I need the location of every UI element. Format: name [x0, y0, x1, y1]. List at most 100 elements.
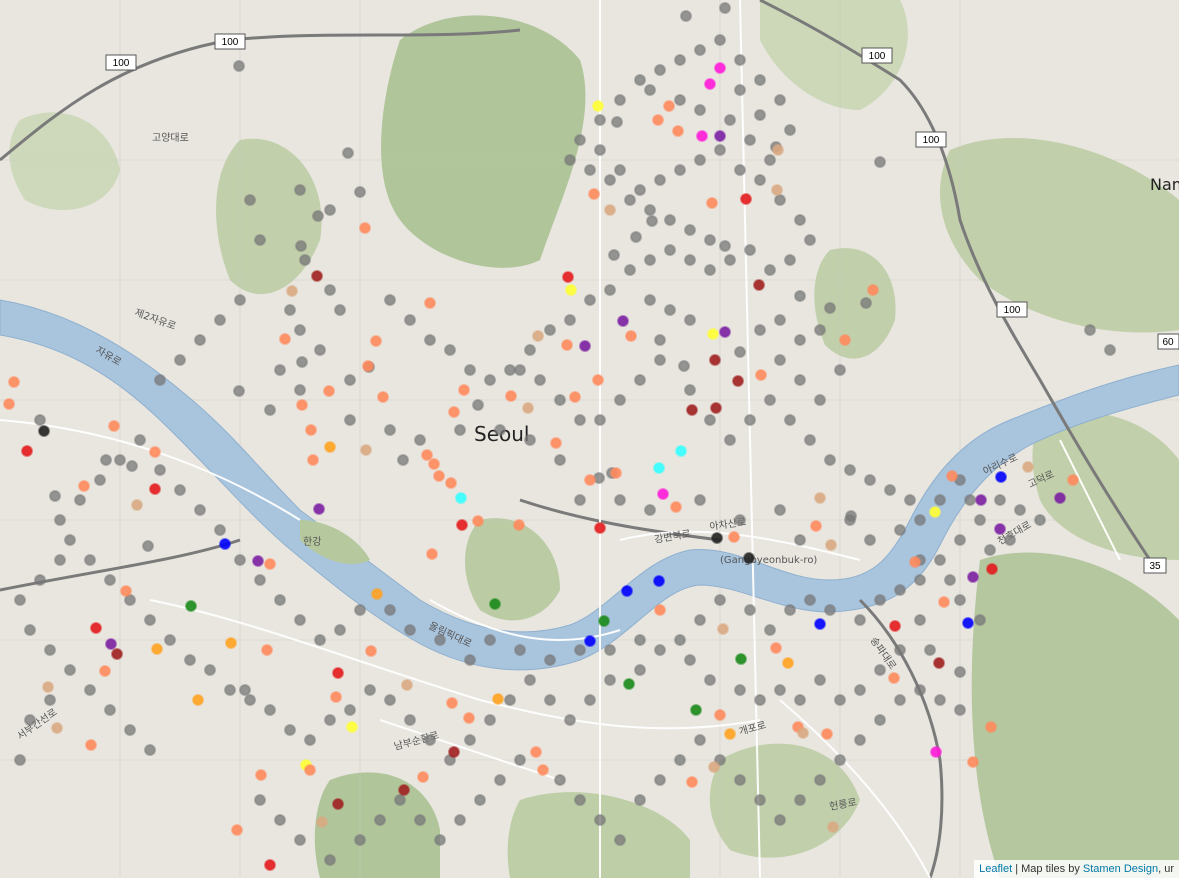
- gray-marker[interactable]: [264, 704, 276, 716]
- gray-marker[interactable]: [704, 414, 716, 426]
- gray-marker[interactable]: [854, 614, 866, 626]
- gray-marker[interactable]: [514, 644, 526, 656]
- gray-marker[interactable]: [64, 534, 76, 546]
- red-marker[interactable]: [90, 622, 102, 634]
- gray-marker[interactable]: [524, 344, 536, 356]
- gray-marker[interactable]: [504, 694, 516, 706]
- light-orange-marker[interactable]: [513, 519, 525, 531]
- light-orange-marker[interactable]: [706, 197, 718, 209]
- gray-marker[interactable]: [354, 186, 366, 198]
- gray-marker[interactable]: [244, 194, 256, 206]
- gray-marker[interactable]: [974, 614, 986, 626]
- gray-marker[interactable]: [804, 234, 816, 246]
- gray-marker[interactable]: [154, 464, 166, 476]
- gray-marker[interactable]: [774, 684, 786, 696]
- light-orange-marker[interactable]: [821, 728, 833, 740]
- gray-marker[interactable]: [574, 794, 586, 806]
- light-orange-marker[interactable]: [149, 446, 161, 458]
- tan-marker[interactable]: [401, 679, 413, 691]
- gray-marker[interactable]: [142, 540, 154, 552]
- gray-marker[interactable]: [804, 434, 816, 446]
- light-orange-marker[interactable]: [839, 334, 851, 346]
- light-orange-marker[interactable]: [428, 458, 440, 470]
- light-orange-marker[interactable]: [569, 391, 581, 403]
- gray-marker[interactable]: [719, 2, 731, 14]
- dark-red-marker[interactable]: [311, 270, 323, 282]
- tan-marker[interactable]: [522, 402, 534, 414]
- gray-marker[interactable]: [14, 594, 26, 606]
- gray-marker[interactable]: [454, 814, 466, 826]
- gray-marker[interactable]: [630, 231, 642, 243]
- gray-marker[interactable]: [234, 294, 246, 306]
- gray-marker[interactable]: [774, 354, 786, 366]
- tan-marker[interactable]: [797, 727, 809, 739]
- tan-marker[interactable]: [827, 821, 839, 833]
- red-marker[interactable]: [456, 519, 468, 531]
- gray-marker[interactable]: [584, 694, 596, 706]
- gray-marker[interactable]: [354, 834, 366, 846]
- tan-marker[interactable]: [814, 492, 826, 504]
- light-orange-marker[interactable]: [231, 824, 243, 836]
- gray-marker[interactable]: [274, 814, 286, 826]
- gray-marker[interactable]: [524, 674, 536, 686]
- gray-marker[interactable]: [34, 414, 46, 426]
- gray-marker[interactable]: [554, 774, 566, 786]
- gray-marker[interactable]: [764, 624, 776, 636]
- gray-marker[interactable]: [299, 254, 311, 266]
- red-marker[interactable]: [986, 563, 998, 575]
- gray-marker[interactable]: [614, 164, 626, 176]
- light-orange-marker[interactable]: [85, 739, 97, 751]
- light-orange-marker[interactable]: [255, 769, 267, 781]
- gray-marker[interactable]: [794, 694, 806, 706]
- gray-marker[interactable]: [634, 794, 646, 806]
- red-marker[interactable]: [21, 445, 33, 457]
- light-orange-marker[interactable]: [445, 477, 457, 489]
- gray-marker[interactable]: [680, 10, 692, 22]
- gray-marker[interactable]: [24, 624, 36, 636]
- gray-marker[interactable]: [194, 334, 206, 346]
- light-orange-marker[interactable]: [296, 399, 308, 411]
- gray-marker[interactable]: [654, 64, 666, 76]
- light-orange-marker[interactable]: [1067, 474, 1079, 486]
- orange-marker[interactable]: [782, 657, 794, 669]
- gray-marker[interactable]: [694, 494, 706, 506]
- orange-marker[interactable]: [151, 643, 163, 655]
- light-orange-marker[interactable]: [561, 339, 573, 351]
- gray-marker[interactable]: [934, 554, 946, 566]
- tan-marker[interactable]: [532, 330, 544, 342]
- gray-marker[interactable]: [654, 174, 666, 186]
- gray-marker[interactable]: [434, 834, 446, 846]
- gray-marker[interactable]: [594, 414, 606, 426]
- gray-marker[interactable]: [834, 754, 846, 766]
- gray-marker[interactable]: [854, 734, 866, 746]
- gray-marker[interactable]: [754, 694, 766, 706]
- gray-marker[interactable]: [654, 774, 666, 786]
- dark-red-marker[interactable]: [753, 279, 765, 291]
- green-marker[interactable]: [735, 653, 747, 665]
- light-orange-marker[interactable]: [967, 756, 979, 768]
- light-orange-marker[interactable]: [909, 556, 921, 568]
- light-orange-marker[interactable]: [99, 665, 111, 677]
- light-orange-marker[interactable]: [417, 771, 429, 783]
- gray-marker[interactable]: [224, 684, 236, 696]
- gray-marker[interactable]: [214, 524, 226, 536]
- gray-marker[interactable]: [344, 704, 356, 716]
- gray-marker[interactable]: [472, 399, 484, 411]
- gray-marker[interactable]: [874, 714, 886, 726]
- gray-marker[interactable]: [574, 644, 586, 656]
- gray-marker[interactable]: [674, 634, 686, 646]
- gray-marker[interactable]: [864, 534, 876, 546]
- gray-marker[interactable]: [614, 834, 626, 846]
- gray-marker[interactable]: [464, 734, 476, 746]
- gray-marker[interactable]: [634, 634, 646, 646]
- gray-marker[interactable]: [624, 194, 636, 206]
- tan-marker[interactable]: [772, 144, 784, 156]
- gray-marker[interactable]: [794, 214, 806, 226]
- gray-marker[interactable]: [484, 714, 496, 726]
- gray-marker[interactable]: [754, 324, 766, 336]
- gray-marker[interactable]: [134, 434, 146, 446]
- blue-marker[interactable]: [995, 471, 1007, 483]
- gray-marker[interactable]: [884, 484, 896, 496]
- yellow-marker[interactable]: [592, 100, 604, 112]
- gray-marker[interactable]: [594, 814, 606, 826]
